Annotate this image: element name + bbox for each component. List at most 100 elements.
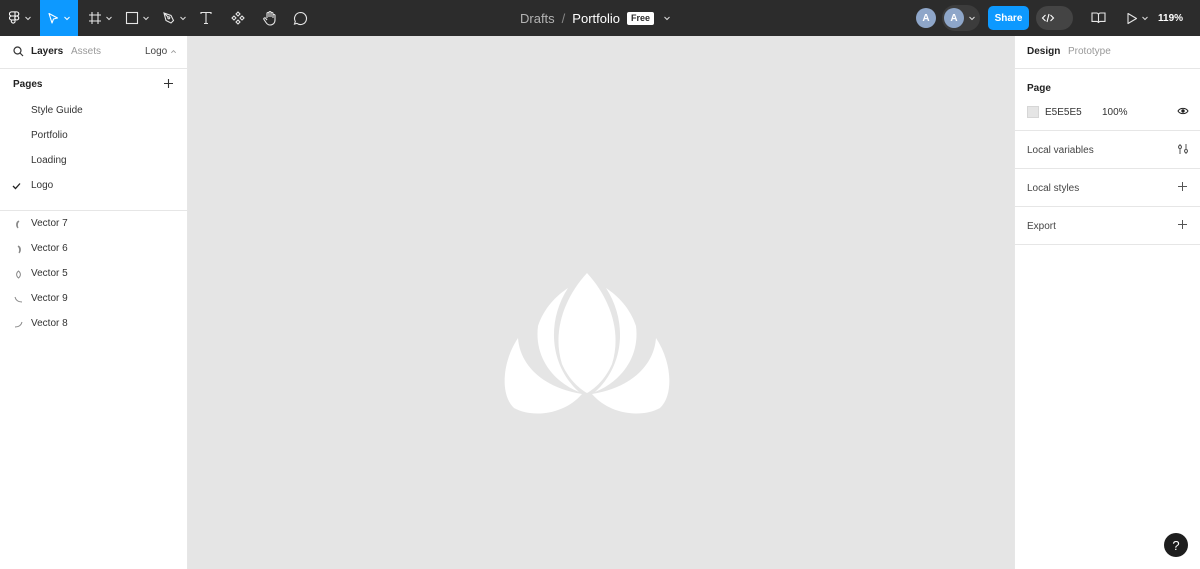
help-button[interactable]: ? — [1164, 533, 1188, 557]
tab-prototype[interactable]: Prototype — [1068, 46, 1111, 57]
main-menu-button[interactable] — [0, 0, 40, 36]
library-button[interactable] — [1088, 0, 1108, 36]
text-icon — [200, 11, 212, 25]
checkmark-icon — [12, 183, 21, 190]
vector-icon — [17, 245, 21, 254]
layer-label: Vector 6 — [31, 243, 68, 254]
layer-item-vector-6[interactable]: Vector 6 — [0, 237, 187, 262]
vector-icon — [14, 296, 23, 303]
layer-item-vector-8[interactable]: Vector 8 — [0, 312, 187, 337]
breadcrumb-drafts[interactable]: Drafts — [520, 11, 555, 26]
canvas[interactable] — [188, 36, 1014, 569]
toolbar: Drafts / Portfolio Free A A Share 119% — [0, 0, 1200, 36]
current-user-menu[interactable]: A — [942, 5, 980, 31]
pages-header: Pages — [0, 69, 187, 99]
vector-icon — [14, 321, 23, 328]
pages-title: Pages — [13, 79, 43, 90]
avatar[interactable]: A — [916, 8, 936, 28]
components-icon — [231, 11, 245, 25]
page-item-logo[interactable]: Logo — [0, 174, 187, 199]
current-page-label: Logo — [145, 46, 168, 57]
layer-item-vector-9[interactable]: Vector 9 — [0, 287, 187, 312]
page-item-style-guide[interactable]: Style Guide — [0, 99, 187, 124]
page-color-swatch[interactable] — [1027, 106, 1039, 118]
search-icon[interactable] — [13, 46, 24, 57]
chevron-down-icon — [64, 16, 70, 21]
export-row[interactable]: Export — [1015, 207, 1200, 245]
local-styles-label: Local styles — [1027, 183, 1080, 194]
hand-tool-button[interactable] — [257, 0, 283, 36]
text-tool-button[interactable] — [194, 0, 218, 36]
avatar: A — [944, 8, 964, 28]
plus-icon[interactable] — [163, 78, 174, 89]
page-item-loading[interactable]: Loading — [0, 149, 187, 174]
figma-logo-icon — [8, 11, 19, 24]
file-title[interactable]: Drafts / Portfolio Free — [520, 0, 671, 36]
page-selector[interactable]: Logo — [145, 46, 177, 57]
page-section: Page E5E5E5 100% — [1015, 69, 1200, 131]
code-icon — [1041, 13, 1055, 23]
tab-layers[interactable]: Layers — [31, 46, 63, 57]
page-item-portfolio[interactable]: Portfolio — [0, 124, 187, 149]
page-opacity[interactable]: 100% — [1102, 107, 1128, 118]
export-label: Export — [1027, 221, 1056, 232]
shape-tool-button[interactable] — [120, 0, 154, 36]
lotus-logo[interactable] — [502, 270, 672, 414]
local-variables-label: Local variables — [1027, 145, 1094, 156]
local-variables-row[interactable]: Local variables — [1015, 131, 1200, 169]
rectangle-icon — [125, 11, 138, 25]
local-styles-row[interactable]: Local styles — [1015, 169, 1200, 207]
page-section-title: Page — [1027, 83, 1051, 94]
layer-item-vector-7[interactable]: Vector 7 — [0, 212, 187, 237]
frame-tool-button[interactable] — [84, 0, 116, 36]
comment-icon — [293, 11, 307, 25]
variables-icon[interactable] — [1177, 143, 1189, 155]
page-item-label: Loading — [31, 155, 67, 166]
chevron-down-icon — [24, 16, 31, 21]
layer-item-vector-5[interactable]: Vector 5 — [0, 262, 187, 287]
zoom-menu[interactable]: 119% — [1158, 0, 1183, 36]
present-button[interactable] — [1123, 0, 1151, 36]
dev-mode-toggle[interactable] — [1036, 6, 1073, 30]
book-icon — [1090, 12, 1106, 24]
chevron-down-icon — [969, 16, 975, 21]
frame-icon — [88, 12, 101, 24]
left-panel-tabs: Layers Assets Logo — [0, 36, 187, 69]
pages-list: Style Guide Portfolio Loading Logo — [0, 99, 187, 211]
breadcrumb-separator: / — [561, 10, 566, 26]
play-icon — [1126, 12, 1137, 24]
right-panel-tabs: Design Prototype — [1015, 36, 1200, 69]
page-item-label: Style Guide — [31, 105, 83, 116]
tab-assets[interactable]: Assets — [71, 46, 101, 57]
cursor-icon — [48, 12, 59, 24]
layer-label: Vector 5 — [31, 268, 68, 279]
plus-icon[interactable] — [1177, 181, 1188, 192]
right-panel: Design Prototype Page E5E5E5 100% Local … — [1014, 36, 1200, 569]
resources-button[interactable] — [226, 0, 250, 36]
eye-icon[interactable] — [1177, 106, 1189, 116]
layers-list: Vector 7 Vector 6 Vector 5 Vector 9 Vect… — [0, 211, 187, 337]
zoom-level: 119% — [1158, 12, 1184, 24]
page-color-hex[interactable]: E5E5E5 — [1045, 107, 1082, 118]
chevron-down-icon — [105, 16, 112, 21]
share-button[interactable]: Share — [988, 6, 1029, 30]
chevron-up-icon — [171, 50, 177, 54]
comment-tool-button[interactable] — [288, 0, 312, 36]
hand-icon — [263, 10, 276, 26]
page-item-label: Logo — [31, 180, 54, 191]
plan-badge: Free — [627, 11, 655, 25]
chevron-down-icon — [1141, 16, 1148, 21]
chevron-down-icon[interactable] — [663, 14, 671, 22]
layer-label: Vector 9 — [31, 293, 68, 304]
layer-label: Vector 7 — [31, 218, 68, 229]
plus-icon[interactable] — [1177, 219, 1188, 230]
vector-icon — [16, 270, 21, 279]
vector-5[interactable] — [558, 273, 616, 393]
pen-tool-button[interactable] — [158, 0, 190, 36]
move-tool-button[interactable] — [40, 0, 78, 36]
page-item-label: Portfolio — [31, 130, 68, 141]
tab-design[interactable]: Design — [1027, 46, 1060, 57]
vector-icon — [16, 220, 20, 229]
pen-icon — [162, 12, 174, 24]
file-name[interactable]: Portfolio — [572, 11, 620, 26]
